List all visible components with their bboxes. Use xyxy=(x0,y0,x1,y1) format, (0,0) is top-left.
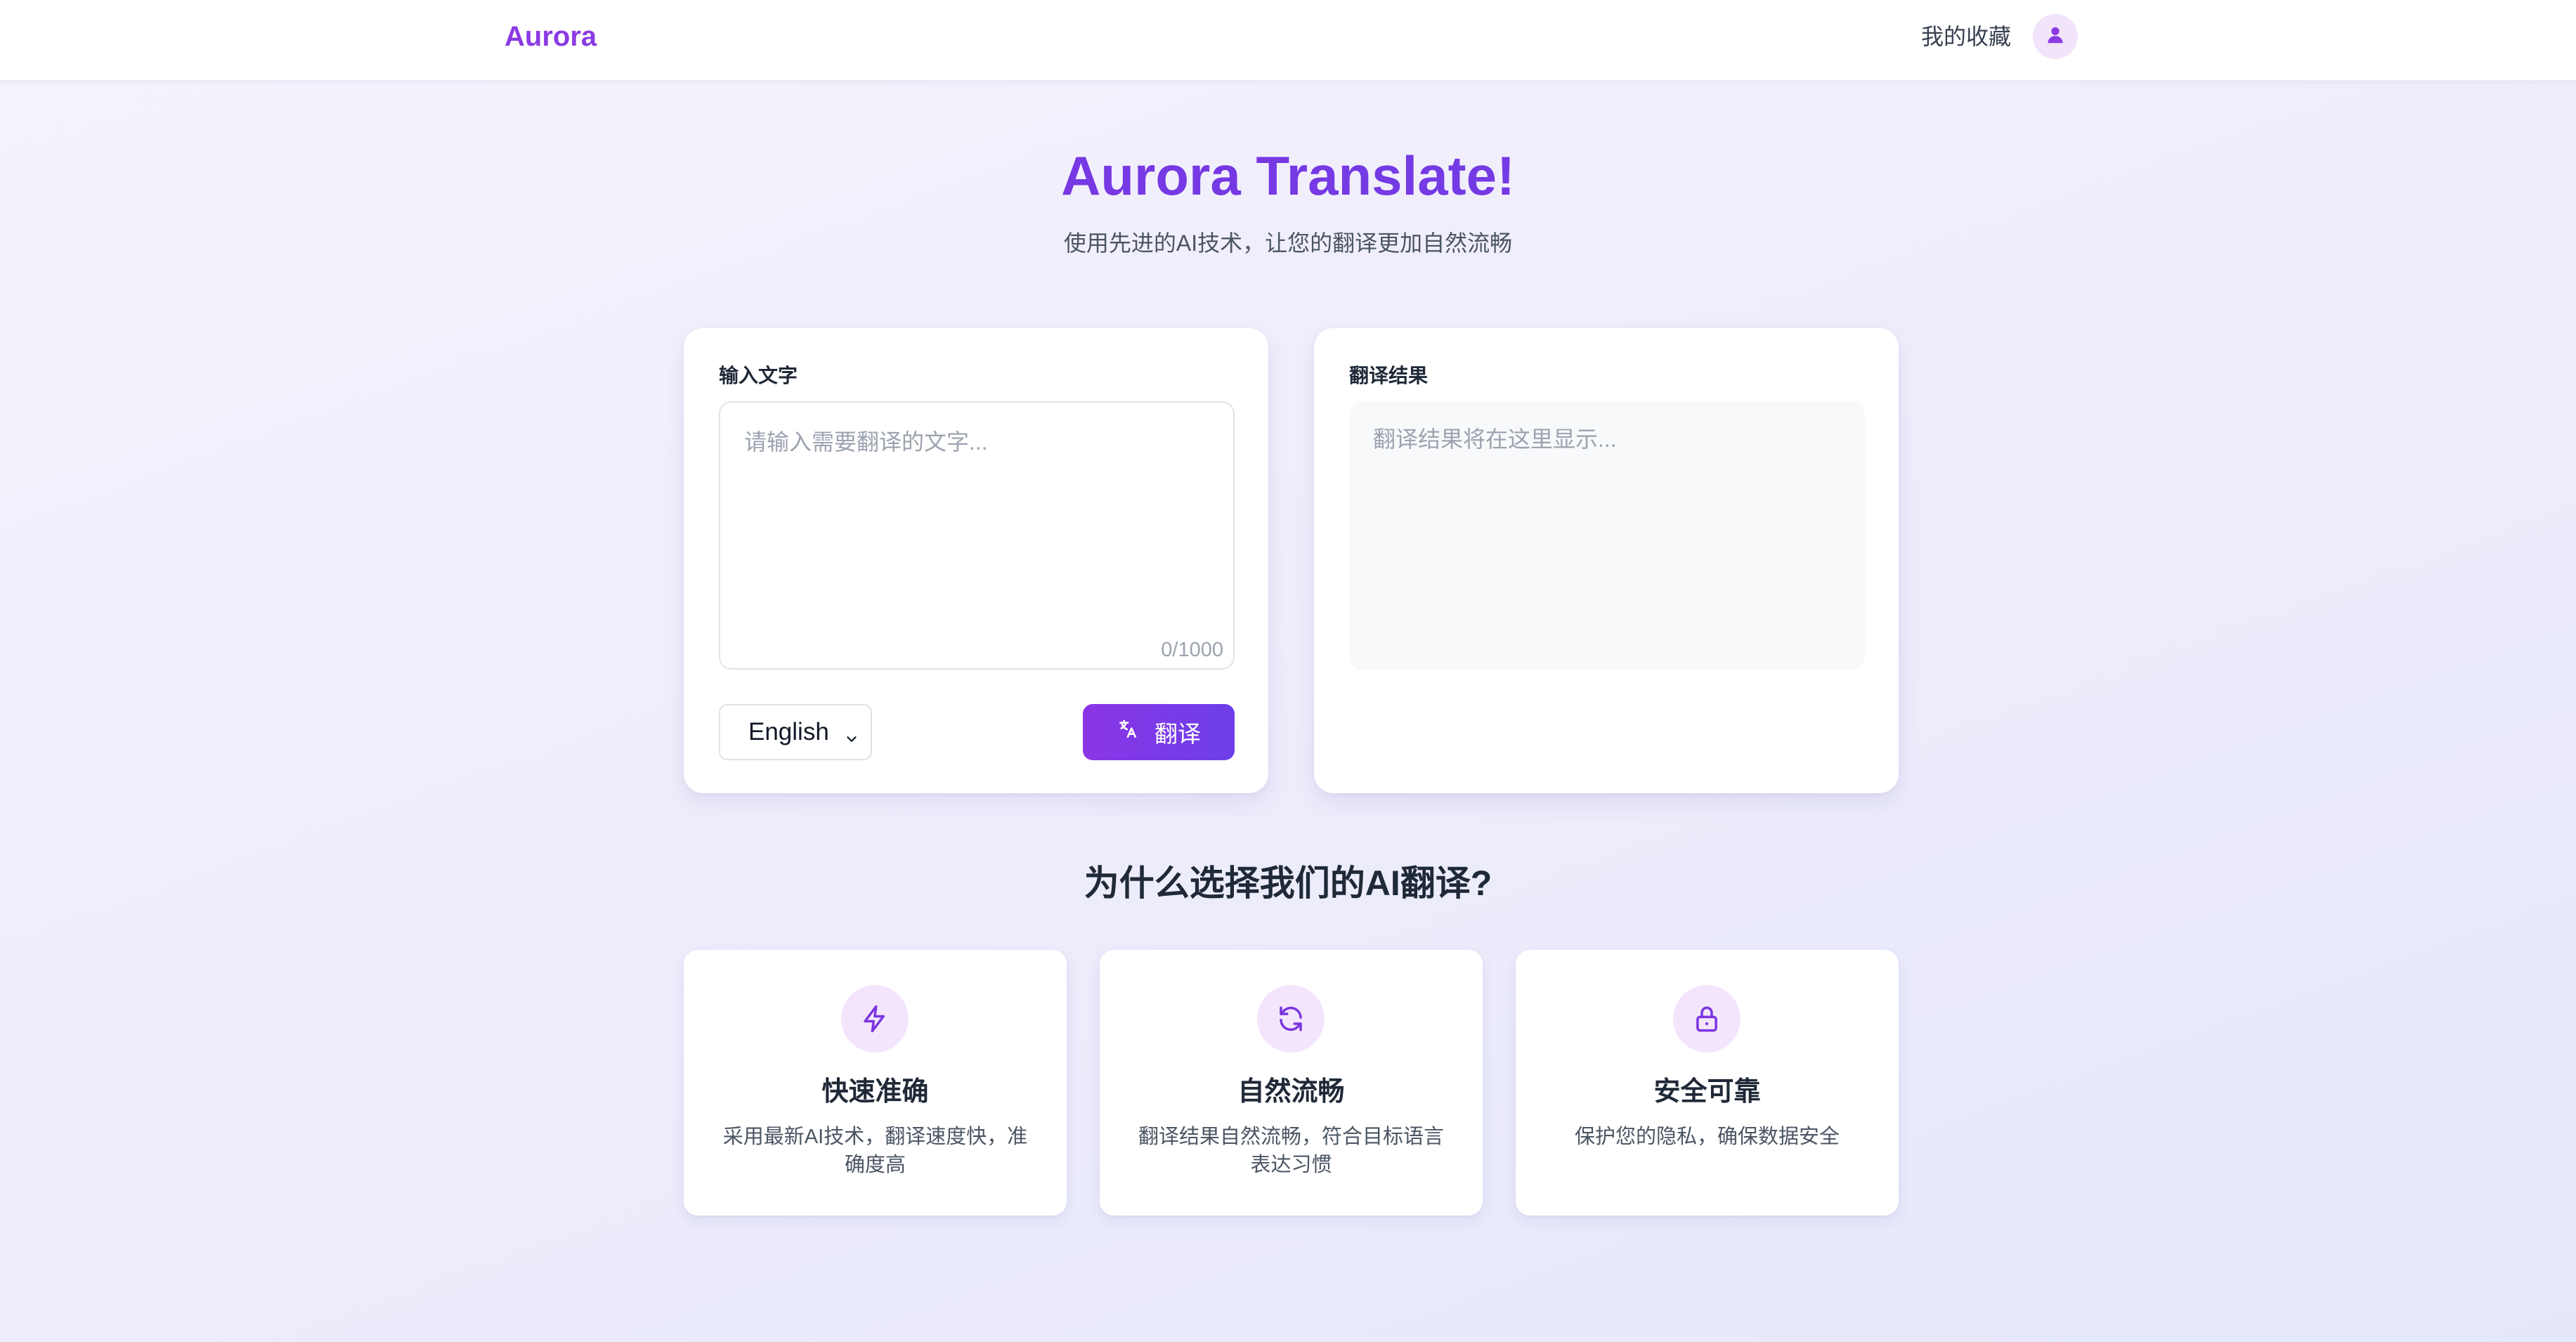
top-nav-bar: Aurora 我的收藏 xyxy=(0,0,2576,81)
user-avatar-button[interactable] xyxy=(2033,14,2078,59)
user-icon xyxy=(2045,25,2066,49)
char-counter: 0/1000 xyxy=(1161,639,1223,661)
feature-card-fast: 快速准确 采用最新AI技术，翻译速度快，准确度高 xyxy=(684,950,1067,1216)
input-panel: 输入文字 0/1000 English 翻译 xyxy=(684,328,1268,793)
output-panel: 翻译结果 翻译结果将在这里显示... xyxy=(1314,328,1899,793)
chevron-down-icon xyxy=(844,725,859,753)
refresh-icon xyxy=(1257,985,1325,1053)
feature-title: 自然流畅 xyxy=(1237,1077,1345,1107)
hero-subtitle: 使用先进的AI技术，让您的翻译更加自然流畅 xyxy=(1063,230,1513,256)
input-label: 输入文字 xyxy=(719,365,798,386)
translation-result-box: 翻译结果将在这里显示... xyxy=(1349,401,1865,670)
feature-card-secure: 安全可靠 保护您的隐私，确保数据安全 xyxy=(1516,950,1899,1216)
favorites-link[interactable]: 我的收藏 xyxy=(1921,18,2011,55)
feature-title: 快速准确 xyxy=(821,1077,929,1107)
hero-title: Aurora Translate! xyxy=(0,141,2576,211)
source-text-wrapper: 0/1000 xyxy=(719,401,1235,670)
feature-description: 翻译结果自然流畅，符合目标语言表达习惯 xyxy=(1138,1126,1444,1176)
features-title: 为什么选择我们的AI翻译? xyxy=(1084,864,1492,903)
feature-description: 保护您的隐私，确保数据安全 xyxy=(1574,1126,1840,1148)
source-text-input[interactable] xyxy=(720,403,1233,668)
translate-icon xyxy=(1117,718,1139,746)
output-label: 翻译结果 xyxy=(1349,365,1429,386)
lock-icon xyxy=(1673,985,1741,1053)
lightning-icon xyxy=(841,985,909,1053)
selected-language: English xyxy=(748,718,829,745)
translate-button-label: 翻译 xyxy=(1154,721,1201,747)
feature-description: 采用最新AI技术，翻译速度快，准确度高 xyxy=(722,1126,1028,1176)
app-logo[interactable]: Aurora xyxy=(505,17,597,56)
feature-title: 安全可靠 xyxy=(1653,1077,1761,1107)
target-language-select[interactable]: English xyxy=(719,704,872,760)
feature-card-natural: 自然流畅 翻译结果自然流畅，符合目标语言表达习惯 xyxy=(1100,950,1483,1216)
translate-button[interactable]: 翻译 xyxy=(1083,704,1235,760)
